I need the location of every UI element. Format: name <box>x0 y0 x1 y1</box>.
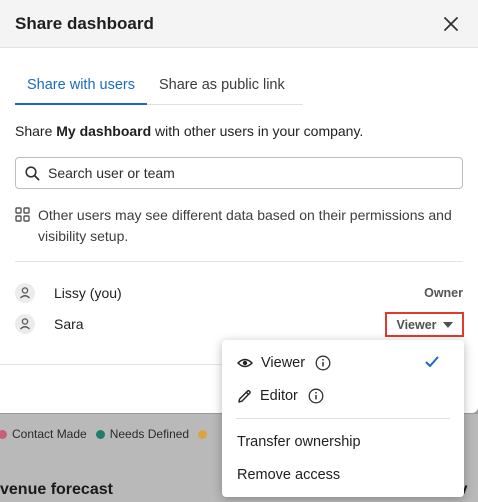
search-icon <box>25 165 40 180</box>
menu-item-label: Transfer ownership <box>237 434 361 450</box>
footer-divider <box>0 364 222 365</box>
search-input[interactable] <box>48 165 448 181</box>
menu-item-editor[interactable]: Editor <box>222 381 464 411</box>
user-name: Lissy (you) <box>54 285 122 301</box>
dialog-title: Share dashboard <box>15 14 154 33</box>
visibility-info: Other users may see different data based… <box>15 205 465 247</box>
tab-share-with-users[interactable]: Share with users <box>15 70 147 105</box>
dialog-header: Share dashboard <box>0 0 478 48</box>
close-button[interactable] <box>440 13 462 35</box>
divider <box>15 261 463 262</box>
background-chart-title: venue forecast <box>0 481 113 498</box>
legend-dot-icon <box>198 429 208 439</box>
grid-icon <box>15 207 30 222</box>
info-text: Other users may see different data based… <box>38 207 452 244</box>
user-row: Lissy (you) Owner <box>15 282 463 304</box>
user-role-owner: Owner <box>424 286 463 300</box>
legend-item: Needs Defined <box>109 427 190 441</box>
legend-dot-icon <box>95 429 105 439</box>
menu-item-label: Viewer <box>261 355 306 371</box>
search-box[interactable] <box>15 157 463 189</box>
menu-item-transfer-ownership[interactable]: Transfer ownership <box>222 427 464 457</box>
pencil-icon <box>238 389 251 403</box>
info-icon[interactable] <box>308 388 324 404</box>
checkmark-icon <box>425 356 439 367</box>
user-avatar-icon <box>15 314 35 334</box>
user-name: Sara <box>54 316 84 332</box>
legend-item: Contact Made <box>12 427 87 441</box>
share-description: Share My dashboard with other users in y… <box>15 123 364 139</box>
dashboard-name: My dashboard <box>56 123 152 139</box>
share-tabs: Share with users Share as public link <box>15 70 303 105</box>
menu-divider <box>236 418 450 419</box>
tab-share-public-link[interactable]: Share as public link <box>147 70 297 105</box>
role-menu: Viewer Editor Transfer ownership Remove … <box>222 340 464 497</box>
eye-icon <box>237 358 253 368</box>
role-dropdown-label: Viewer <box>396 317 437 332</box>
legend-dot-icon <box>0 429 7 439</box>
menu-item-label: Remove access <box>237 467 341 483</box>
caret-down-icon <box>442 321 453 328</box>
background-legend: Contact Made Needs Defined <box>0 427 212 441</box>
user-avatar-icon <box>15 283 35 303</box>
menu-item-remove-access[interactable]: Remove access <box>222 460 464 490</box>
menu-item-label: Editor <box>260 388 298 404</box>
menu-item-viewer[interactable]: Viewer <box>222 348 464 378</box>
role-dropdown-button[interactable]: Viewer <box>385 312 464 337</box>
close-icon <box>444 17 458 31</box>
info-icon[interactable] <box>315 355 331 371</box>
